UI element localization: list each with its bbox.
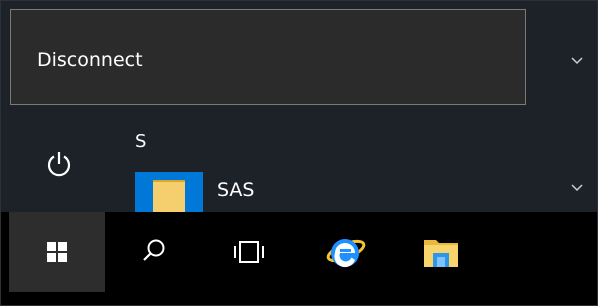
internet-explorer-button[interactable]: [297, 212, 393, 292]
internet-explorer-icon: [326, 239, 366, 268]
chevron-down-icon[interactable]: [569, 180, 585, 196]
power-icon: [47, 152, 71, 177]
start-menu-panel: Disconnect S SAS: [0, 0, 598, 212]
task-view-icon: [234, 241, 264, 263]
taskbar: [0, 212, 598, 306]
app-list-item-sas[interactable]: SAS: [135, 172, 595, 212]
app-label-sas: SAS: [217, 179, 255, 201]
file-explorer-button[interactable]: [393, 212, 489, 292]
task-view-button[interactable]: [201, 212, 297, 292]
power-context-menu: Disconnect: [10, 9, 526, 105]
start-menu-screen: Disconnect S SAS: [0, 0, 598, 306]
folder-icon-shape: [153, 180, 185, 212]
windows-logo-icon: [47, 242, 67, 262]
search-button[interactable]: [105, 212, 201, 292]
file-explorer-icon: [424, 240, 458, 267]
power-button[interactable]: [32, 139, 86, 193]
disconnect-menu-item[interactable]: Disconnect: [11, 10, 525, 104]
search-icon: [143, 239, 165, 261]
folder-icon: [135, 172, 203, 212]
disconnect-label: Disconnect: [37, 49, 143, 71]
chevron-down-icon[interactable]: [569, 53, 585, 69]
section-letter-s[interactable]: S: [135, 130, 146, 154]
start-button[interactable]: [9, 212, 105, 292]
